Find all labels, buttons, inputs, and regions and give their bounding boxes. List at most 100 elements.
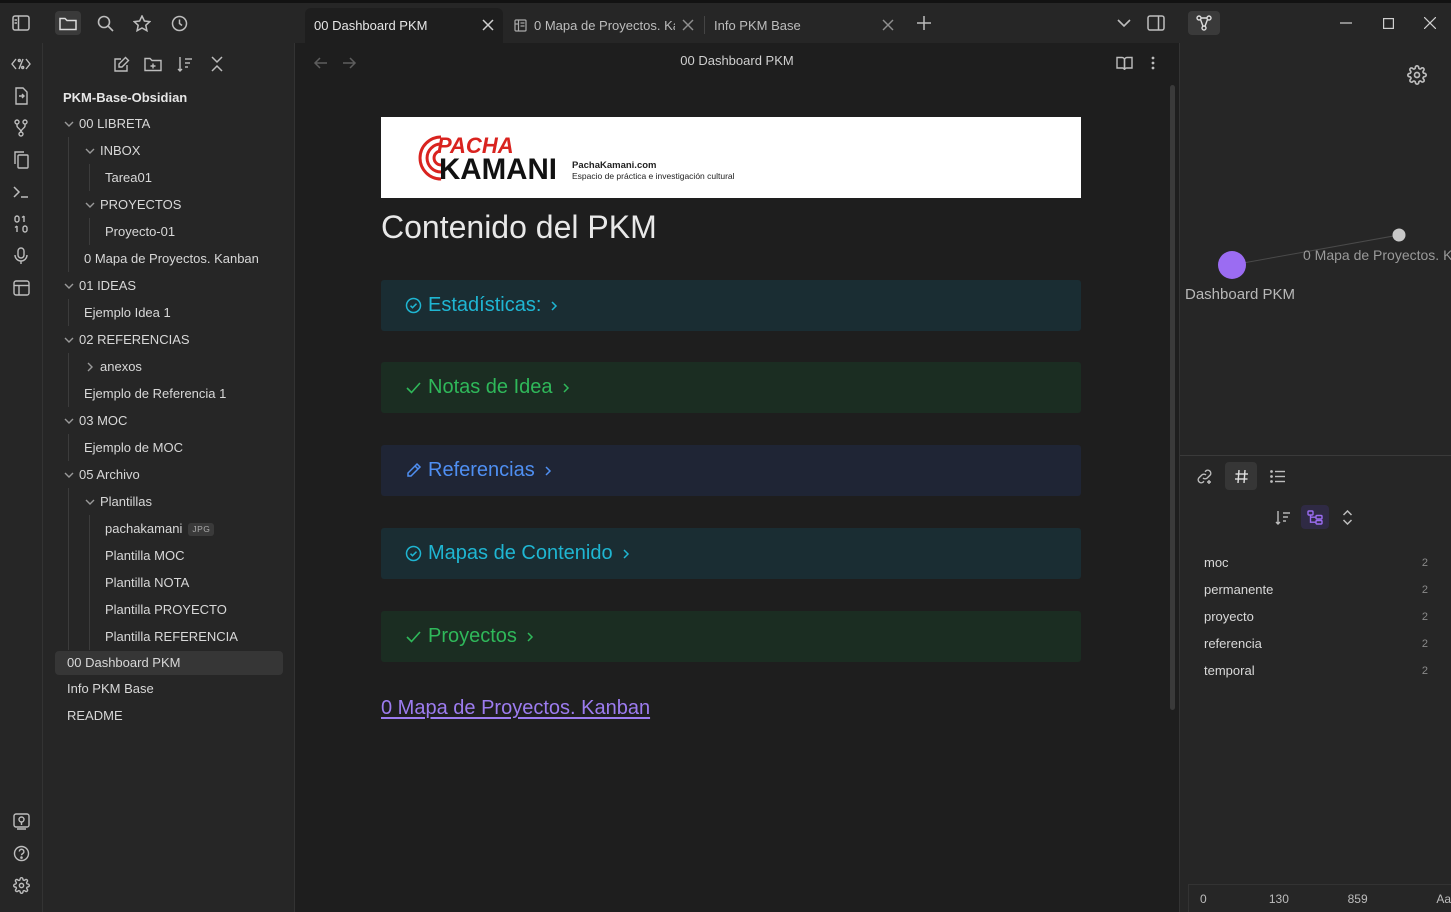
status-backlinks[interactable]: 0 backlinks <box>1200 885 1259 912</box>
folder-inbox[interactable]: INBOX <box>82 139 283 163</box>
tag-sort-icon[interactable] <box>1269 505 1297 529</box>
callout-referencias[interactable]: Referencias <box>381 445 1081 496</box>
kanban-internal-link[interactable]: 0 Mapa de Proyectos. Kanban <box>381 697 650 720</box>
tag-name: permanente <box>1204 582 1274 597</box>
collapse-all-icon[interactable] <box>206 53 228 75</box>
tab-dashboard[interactable]: 00 Dashboard PKM <box>305 8 503 43</box>
scrollbar[interactable] <box>1170 85 1175 710</box>
toggle-right-sidebar-icon[interactable] <box>1143 11 1169 35</box>
close-icon[interactable] <box>881 18 895 32</box>
vault-name[interactable]: PKM-Base-Obsidian <box>63 90 187 105</box>
callout-notas-de-idea[interactable]: Notas de Idea <box>381 362 1081 413</box>
tab-info[interactable]: Info PKM Base <box>705 8 903 43</box>
file-plantilla-referencia[interactable]: Plantilla REFERENCIA <box>105 625 283 649</box>
window-close-icon[interactable] <box>1417 11 1443 35</box>
callout-estadisticas[interactable]: Estadísticas: <box>381 280 1081 331</box>
copy-pages-icon[interactable] <box>9 148 33 172</box>
tag-row-referencia[interactable]: referencia 2 <box>1204 631 1428 657</box>
status-font-toggle[interactable]: Aa <box>1436 885 1451 912</box>
tree-item-label: Plantilla REFERENCIA <box>105 629 238 644</box>
layout-template-icon[interactable] <box>9 276 33 300</box>
folder-proyectos[interactable]: PROYECTOS <box>82 193 283 217</box>
help-icon[interactable] <box>9 841 33 865</box>
file-plantilla-proyecto[interactable]: Plantilla PROYECTO <box>105 598 283 622</box>
kanban-board-icon <box>514 19 527 32</box>
file-plantilla-nota[interactable]: Plantilla NOTA <box>105 571 283 595</box>
check-icon <box>406 382 421 394</box>
tag-hierarchy-icon[interactable] <box>1301 505 1329 529</box>
pachakamani-logo: PACHA KAMANI PachaKamani.com Espacio de … <box>418 133 735 186</box>
graph-settings-gear-icon[interactable] <box>1407 65 1427 85</box>
tree-item-label: 05 Archivo <box>79 467 140 482</box>
file-readme[interactable]: README <box>67 704 283 728</box>
folder-anexos[interactable]: anexos <box>82 355 283 379</box>
callout-mapas-de-contenido[interactable]: Mapas de Contenido <box>381 528 1081 579</box>
file-plantilla-moc[interactable]: Plantilla MOC <box>105 544 283 568</box>
folder-05-archivo[interactable]: 05 Archivo <box>61 463 283 487</box>
graph-view-icon[interactable] <box>1188 11 1220 35</box>
binary-icon[interactable] <box>9 212 33 236</box>
folder-00-libreta[interactable]: 00 LIBRETA <box>61 112 283 136</box>
graph-node-mapa[interactable] <box>1392 228 1406 242</box>
minimize-icon[interactable] <box>1333 11 1359 35</box>
more-options-icon[interactable] <box>1142 52 1164 74</box>
folder-03-moc[interactable]: 03 MOC <box>61 409 283 433</box>
toggle-left-sidebar-icon[interactable] <box>8 11 34 35</box>
file-proyecto-01[interactable]: Proyecto-01 <box>105 220 283 244</box>
graph-canvas[interactable]: Dashboard PKM 0 Mapa de Proyectos. K <box>1180 43 1451 453</box>
outline-list-icon[interactable] <box>1262 462 1294 490</box>
chevron-right-icon <box>551 300 558 311</box>
graph-node-dashboard[interactable] <box>1218 251 1246 279</box>
folder-02-referencias[interactable]: 02 REFERENCIAS <box>61 328 283 352</box>
outgoing-links-icon[interactable] <box>1188 462 1220 490</box>
pane-divider[interactable] <box>1180 455 1451 456</box>
file-ejemplo-referencia-1[interactable]: Ejemplo de Referencia 1 <box>84 382 283 406</box>
search-icon[interactable] <box>92 11 118 35</box>
code-percent-icon[interactable] <box>9 52 33 76</box>
file-ejemplo-idea-1[interactable]: Ejemplo Idea 1 <box>84 301 283 325</box>
tree-item-label: PROYECTOS <box>100 197 182 212</box>
file-dashboard-pkm[interactable]: 00 Dashboard PKM <box>55 651 283 675</box>
sort-order-icon[interactable] <box>174 53 196 75</box>
tags-hash-icon[interactable] <box>1225 462 1257 490</box>
tab-label: 00 Dashboard PKM <box>314 18 428 33</box>
tag-row-proyecto[interactable]: proyecto 2 <box>1204 604 1428 630</box>
new-tab-plus-icon[interactable] <box>911 11 937 35</box>
new-folder-icon[interactable] <box>142 53 164 75</box>
tag-row-moc[interactable]: moc 2 <box>1204 550 1428 576</box>
file-info-pkm-base[interactable]: Info PKM Base <box>67 677 283 701</box>
new-note-icon[interactable] <box>110 53 132 75</box>
file-tarea01[interactable]: Tarea01 <box>105 166 283 190</box>
check-icon <box>406 631 421 643</box>
window-top-border <box>0 0 1451 3</box>
maximize-icon[interactable] <box>1375 11 1401 35</box>
view-title[interactable]: 00 Dashboard PKM <box>295 53 1179 68</box>
file-ejemplo-moc[interactable]: Ejemplo de MOC <box>84 436 283 460</box>
tab-kanban[interactable]: 0 Mapa de Proyectos. Ka <box>505 8 703 43</box>
reading-view-book-icon[interactable] <box>1113 52 1135 74</box>
close-icon[interactable] <box>481 18 495 32</box>
microphone-icon[interactable] <box>9 244 33 268</box>
tab-label: Info PKM Base <box>714 18 801 33</box>
graph-node-label: 0 Mapa de Proyectos. K <box>1303 247 1451 263</box>
file-mapa-proyectos-kanban[interactable]: 0 Mapa de Proyectos. Kanban <box>84 247 283 271</box>
terminal-icon[interactable] <box>9 180 33 204</box>
tag-row-permanente[interactable]: permanente 2 <box>1204 577 1428 603</box>
folder-icon[interactable] <box>55 11 81 35</box>
vault-switcher-icon[interactable] <box>9 809 33 833</box>
close-icon[interactable] <box>681 18 695 32</box>
callout-proyectos[interactable]: Proyectos <box>381 611 1081 662</box>
tag-row-temporal[interactable]: temporal 2 <box>1204 658 1428 684</box>
clock-icon[interactable] <box>166 11 192 35</box>
local-graph[interactable]: Dashboard PKM 0 Mapa de Proyectos. K <box>1180 43 1451 453</box>
tree-item-label: 01 IDEAS <box>79 278 137 293</box>
git-fork-icon[interactable] <box>9 116 33 140</box>
tab-list-chevron-down-icon[interactable] <box>1111 11 1137 35</box>
star-icon[interactable] <box>129 11 155 35</box>
folder-01-ideas[interactable]: 01 IDEAS <box>61 274 283 298</box>
file-pachakamani[interactable]: pachakamani JPG <box>105 517 283 541</box>
expand-collapse-chevrons-icon[interactable] <box>1333 505 1361 529</box>
file-swap-icon[interactable] <box>9 84 33 108</box>
settings-gear-icon[interactable] <box>9 873 33 897</box>
folder-plantillas[interactable]: Plantillas <box>82 490 283 514</box>
